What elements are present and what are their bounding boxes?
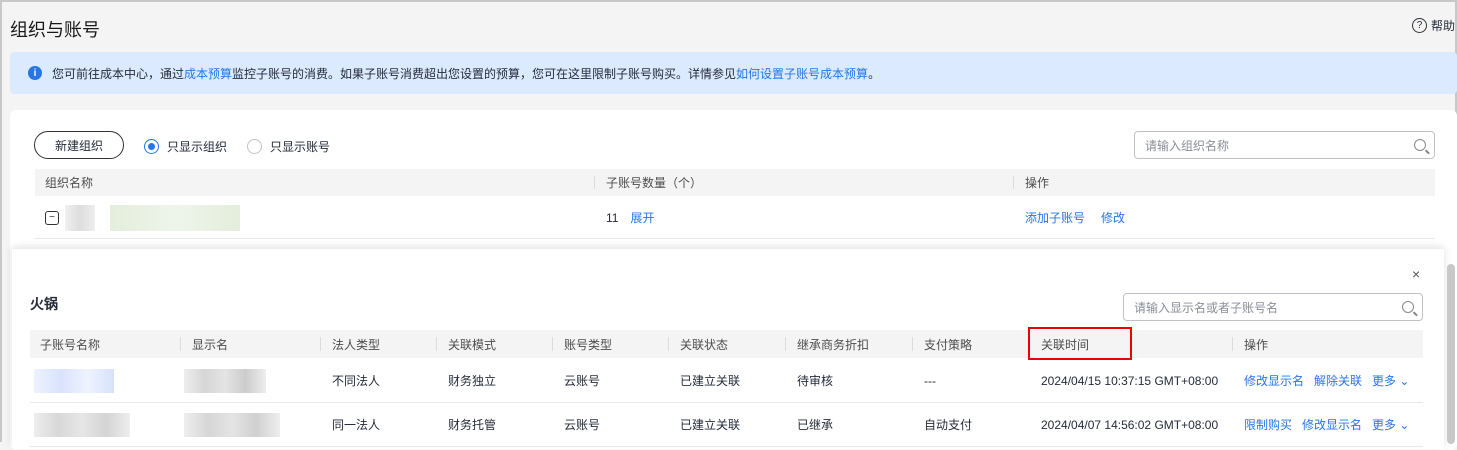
scrollbar[interactable] bbox=[1447, 264, 1455, 444]
col-link-mode: 关联模式 bbox=[435, 330, 496, 358]
cell-discount: 待审核 bbox=[797, 374, 834, 388]
edit-org-link[interactable]: 修改 bbox=[1101, 209, 1125, 226]
org-name-redacted bbox=[65, 197, 240, 238]
org-search-input[interactable]: 请输入组织名称 bbox=[1134, 131, 1435, 159]
col-display-name: 显示名 bbox=[179, 330, 228, 358]
minus-icon: − bbox=[45, 210, 59, 225]
edit-display-name-link[interactable]: 修改显示名 bbox=[1244, 372, 1304, 389]
add-sub-account-link[interactable]: 添加子账号 bbox=[1025, 209, 1085, 226]
cell-type: 云账号 bbox=[564, 418, 601, 432]
cell-legal: 不同法人 bbox=[332, 374, 381, 388]
display-name-redacted bbox=[184, 403, 280, 446]
sub-table-header: 子账号名称 显示名 法人类型 关联模式 账号类型 关联状态 继承商务折扣 支付策… bbox=[30, 330, 1423, 358]
page-title: 组织与账号 bbox=[10, 20, 100, 40]
notice-text-3: 。 bbox=[868, 66, 881, 81]
cell-pay: --- bbox=[924, 373, 936, 388]
collapse-button[interactable]: − bbox=[45, 197, 59, 238]
more-label: 更多 bbox=[1372, 418, 1397, 432]
sub-count: 11 bbox=[606, 210, 619, 225]
more-dropdown[interactable]: 更多 ⌄ bbox=[1372, 372, 1409, 389]
sub-name-redacted[interactable] bbox=[34, 403, 130, 446]
limit-purchase-link[interactable]: 限制购买 bbox=[1244, 416, 1292, 433]
col-discount: 继承商务折扣 bbox=[784, 330, 869, 358]
help-label: 帮助 bbox=[1430, 19, 1455, 33]
col-sub-count: 子账号数量（个） bbox=[593, 169, 702, 196]
cell-type: 云账号 bbox=[564, 374, 601, 388]
new-org-button[interactable]: 新建组织 bbox=[34, 131, 124, 159]
radio-checked-icon bbox=[144, 139, 159, 154]
col-org-name: 组织名称 bbox=[45, 176, 94, 190]
cell-mode: 财务独立 bbox=[448, 374, 497, 388]
col-account-type: 账号类型 bbox=[551, 330, 612, 358]
chevron-down-icon: ⌄ bbox=[1399, 418, 1410, 432]
org-row: − 11 展开 添加子账号 修改 bbox=[35, 197, 1435, 239]
search-placeholder: 请输入显示名或者子账号名 bbox=[1134, 300, 1279, 315]
cell-legal: 同一法人 bbox=[332, 418, 381, 432]
cell-discount: 已继承 bbox=[797, 418, 834, 432]
close-icon[interactable]: × bbox=[1412, 266, 1420, 282]
display-name-redacted bbox=[184, 359, 266, 402]
expand-link[interactable]: 展开 bbox=[630, 209, 654, 226]
cell-time: 2024/04/07 14:56:02 GMT+08:00 bbox=[1041, 417, 1219, 432]
radio-unchecked-icon bbox=[247, 139, 262, 154]
info-icon: i bbox=[28, 66, 42, 80]
info-notice: i 您可前往成本中心，通过成本预算监控子账号的消费。如果子账号消费超出您设置的预… bbox=[10, 52, 1457, 94]
notice-text: 您可前往成本中心，通过成本预算监控子账号的消费。如果子账号消费超出您设置的预算，… bbox=[52, 65, 880, 82]
cell-status: 已建立关联 bbox=[680, 374, 741, 388]
more-label: 更多 bbox=[1372, 374, 1397, 388]
highlight-box bbox=[1028, 327, 1132, 360]
col-link-status: 关联状态 bbox=[667, 330, 728, 358]
budget-howto-link[interactable]: 如何设置子账号成本预算 bbox=[736, 67, 868, 81]
col-pay-policy: 支付策略 bbox=[911, 330, 972, 358]
notice-text-1: 您可前往成本中心，通过 bbox=[52, 66, 185, 81]
cost-budget-link[interactable]: 成本预算 bbox=[184, 67, 232, 81]
cell-pay: 自动支付 bbox=[924, 418, 973, 432]
unlink-link[interactable]: 解除关联 bbox=[1314, 372, 1362, 389]
cell-status: 已建立关联 bbox=[680, 418, 741, 432]
col-sub-name: 子账号名称 bbox=[40, 337, 101, 352]
search-placeholder: 请输入组织名称 bbox=[1145, 138, 1230, 153]
table-row: 同一法人 财务托管 云账号 已建立关联 已继承 自动支付 2024/04/07 … bbox=[30, 403, 1423, 447]
help-link[interactable]: ? 帮助 bbox=[1411, 17, 1455, 34]
radio-label: 只显示账号 bbox=[270, 140, 331, 154]
help-icon: ? bbox=[1411, 18, 1427, 33]
panel-title: 火锅 bbox=[30, 296, 58, 312]
col-sub-actions: 操作 bbox=[1231, 330, 1268, 358]
more-dropdown[interactable]: 更多 ⌄ bbox=[1372, 416, 1409, 433]
search-icon[interactable] bbox=[1402, 301, 1414, 313]
table-row: 不同法人 财务独立 云账号 已建立关联 待审核 --- 2024/04/15 1… bbox=[30, 359, 1423, 403]
sub-name-redacted[interactable] bbox=[34, 359, 114, 402]
col-actions: 操作 bbox=[1012, 169, 1049, 196]
edit-display-name-link[interactable]: 修改显示名 bbox=[1302, 416, 1362, 433]
radio-show-account[interactable]: 只显示账号 bbox=[247, 138, 330, 155]
notice-text-2: 监控子账号的消费。如果子账号消费超出您设置的预算，您可在这里限制子账号购买。详情… bbox=[232, 66, 737, 81]
search-icon[interactable] bbox=[1414, 139, 1426, 151]
org-table-header: 组织名称 子账号数量（个） 操作 bbox=[35, 169, 1435, 196]
sub-search-input[interactable]: 请输入显示名或者子账号名 bbox=[1123, 293, 1423, 321]
cell-time: 2024/04/15 10:37:15 GMT+08:00 bbox=[1041, 373, 1219, 388]
radio-show-org[interactable]: 只显示组织 bbox=[144, 138, 227, 155]
chevron-down-icon: ⌄ bbox=[1399, 374, 1410, 388]
cell-mode: 财务托管 bbox=[448, 418, 497, 432]
col-legal-type: 法人类型 bbox=[319, 330, 380, 358]
radio-label: 只显示组织 bbox=[167, 140, 228, 154]
